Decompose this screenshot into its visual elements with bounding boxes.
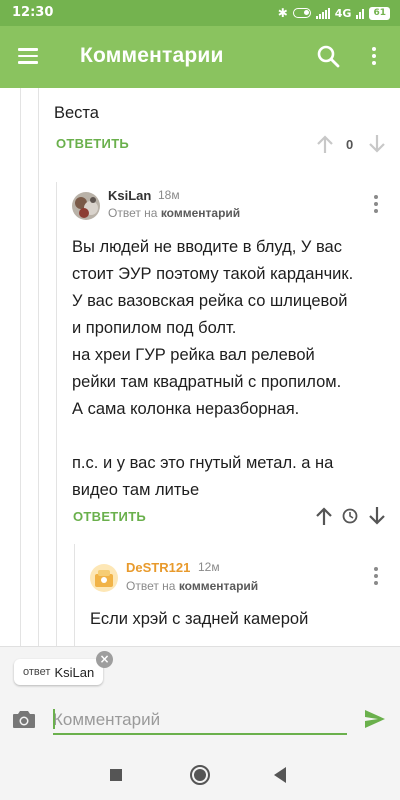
clock-icon <box>342 508 358 524</box>
more-vert-icon[interactable] <box>372 194 380 214</box>
vote-count: 0 <box>346 137 354 152</box>
reply-target-chip[interactable]: ответ KsiLan <box>14 659 104 685</box>
system-nav-bar <box>0 758 400 800</box>
page-title: Комментарии <box>80 44 224 67</box>
more-vert-icon[interactable] <box>372 566 380 586</box>
text-caret <box>53 709 55 729</box>
upvote-icon[interactable] <box>316 134 334 154</box>
thread-line <box>74 544 75 646</box>
app-bar: Комментарии <box>0 26 400 88</box>
back-icon[interactable] <box>272 766 288 784</box>
upvote-icon[interactable] <box>315 506 333 526</box>
comment-text: Вы людей не вводите в блуд, У вас стоит … <box>72 238 354 499</box>
comment-text: Если хрэй с задней камерой <box>90 610 309 628</box>
reply-to-prefix: Ответ на <box>108 206 158 220</box>
downvote-icon[interactable] <box>368 134 386 154</box>
comment-author[interactable]: KsiLan <box>108 188 151 203</box>
search-icon[interactable] <box>316 44 340 68</box>
comment-age: 12м <box>198 560 220 574</box>
avatar[interactable] <box>72 192 100 220</box>
thread-line <box>38 88 39 646</box>
comment-text: Веста <box>54 104 99 122</box>
status-icons: ✱ 4G 61 <box>278 5 390 21</box>
reply-to-target[interactable]: комментарий <box>161 206 240 220</box>
reply-chip-name: KsiLan <box>54 664 95 680</box>
recent-apps-icon[interactable] <box>109 768 123 782</box>
home-icon[interactable] <box>189 764 211 786</box>
bluetooth-icon: ✱ <box>277 6 288 20</box>
camera-icon[interactable] <box>12 709 36 729</box>
reply-to-prefix: Ответ на <box>126 579 176 593</box>
signal-icon <box>315 7 330 19</box>
close-icon[interactable]: × <box>96 651 113 668</box>
reply-button[interactable]: ОТВЕТИТЬ <box>73 509 146 524</box>
reply-to-meta[interactable]: Ответ на комментарий <box>108 206 240 220</box>
more-vert-icon[interactable] <box>366 44 382 68</box>
reply-button[interactable]: ОТВЕТИТЬ <box>56 136 129 151</box>
avatar[interactable] <box>90 564 118 592</box>
thread-line <box>20 88 21 646</box>
vibrate-icon <box>292 8 311 18</box>
reply-to-target[interactable]: комментарий <box>179 579 258 593</box>
reply-to-meta[interactable]: Ответ на комментарий <box>126 579 258 593</box>
battery-icon: 61 <box>369 6 390 20</box>
comment-input[interactable] <box>53 705 347 735</box>
downvote-icon[interactable] <box>368 506 386 526</box>
comment-age: 18м <box>158 188 180 202</box>
network-type: 4G <box>334 6 352 20</box>
menu-icon[interactable] <box>18 48 38 64</box>
reply-composer: ответ KsiLan × <box>0 646 400 758</box>
status-bar: 12:30 ✱ 4G 61 <box>0 0 400 26</box>
status-time: 12:30 <box>12 5 54 20</box>
thread-line <box>56 182 57 646</box>
mobile-signal-icon <box>356 7 365 19</box>
send-icon[interactable] <box>364 709 386 729</box>
comments-list: Веста ОТВЕТИТЬ 0 KsiLan 18м Ответ на ком… <box>0 88 400 646</box>
comment-author[interactable]: DeSTR121 <box>126 560 190 575</box>
reply-chip-label: ответ <box>23 666 51 678</box>
